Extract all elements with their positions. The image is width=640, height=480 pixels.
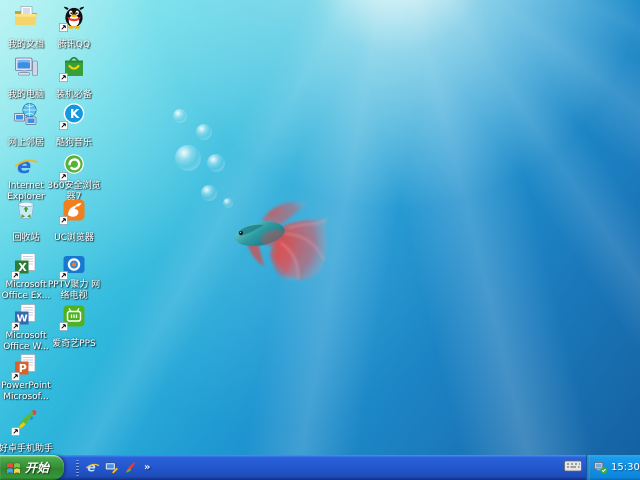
clock[interactable]: 15:30: [611, 462, 640, 473]
desktop-icon-label: PowerPoint Microsof...: [1, 381, 51, 403]
shortcut-arrow-badge: [59, 121, 68, 130]
desktop-icon-label: 装机必备: [55, 90, 92, 100]
shortcut-arrow-badge: [59, 73, 68, 82]
shortcut-arrow-badge: [59, 23, 68, 32]
show-desktop-icon[interactable]: [103, 458, 120, 477]
desktop-icon-powerpoint[interactable]: P PowerPoint Microsof...: [1, 353, 51, 404]
bubble: [173, 109, 187, 123]
powerpoint-icon: P: [11, 353, 39, 381]
excel-icon: X: [11, 252, 39, 280]
svg-text:e: e: [87, 461, 95, 475]
windows-flag-icon: [6, 460, 21, 475]
iqiyi-pps-icon: [59, 303, 87, 331]
desktop-icon-qq[interactable]: 腾讯QQ: [51, 4, 97, 51]
desktop-icon-label: 腾讯QQ: [57, 40, 91, 50]
bubble: [175, 145, 201, 171]
desktop-icon-excel[interactable]: X Microsoft Office Ex...: [2, 252, 50, 303]
start-button-label: 开始: [25, 461, 50, 475]
bubble: [207, 154, 225, 172]
system-tray: 15:30: [586, 455, 640, 480]
desktop-icon-word[interactable]: W Microsoft Office W...: [3, 303, 49, 354]
desktop-icon-recycle-bin[interactable]: 回收站: [3, 197, 49, 244]
light-ray: [361, 0, 640, 480]
desktop-icon-360-browser[interactable]: 360安全浏览器7: [47, 153, 101, 204]
desktop-icon-zhuangji-bibei[interactable]: 装机必备: [51, 54, 97, 101]
qq-icon: [59, 4, 87, 32]
svg-text:P: P: [19, 362, 27, 375]
svg-text:e: e: [17, 154, 31, 178]
haozhuo-assistant-icon: [11, 408, 39, 436]
desktop-icon-internet-explorer[interactable]: e Internet Explorer: [3, 153, 49, 204]
word-icon: W: [11, 303, 39, 331]
desktop-icon-label: PPTV聚力 网络电视: [47, 280, 101, 302]
internet-explorer-icon[interactable]: e: [84, 458, 101, 477]
bubble: [196, 124, 212, 140]
desktop-icon-kugou-music[interactable]: K 酷狗音乐: [51, 102, 97, 149]
zhuangji-bibei-icon: [59, 54, 87, 82]
desktop-icon-iqiyi-pps[interactable]: 爱奇艺PPS: [51, 303, 97, 350]
desktop-icon-label: 爱奇艺PPS: [52, 339, 96, 349]
my-computer-icon: [13, 54, 39, 80]
betta-fish: [235, 201, 328, 281]
light-ray: [382, 0, 640, 257]
desktop-icon-my-documents[interactable]: 我的文档: [3, 4, 49, 51]
svg-text:K: K: [70, 107, 80, 121]
hardware-device-icon[interactable]: [593, 460, 608, 475]
recycle-bin-icon: [13, 197, 39, 223]
360-browser-icon: [59, 153, 87, 181]
bubble: [201, 185, 217, 201]
language-keyboard-icon[interactable]: [564, 459, 582, 474]
desktop-icon-haozhuo-assistant[interactable]: 好卓手机助手: [0, 408, 53, 455]
desktop-icon-label: UC浏览器: [54, 233, 94, 243]
app-swoosh-icon[interactable]: [122, 458, 139, 477]
light-ray: [331, 0, 640, 480]
shortcut-arrow-badge: [11, 427, 20, 436]
desktop-icon-label: 酷狗音乐: [55, 138, 92, 148]
desktop-icon-uc-browser[interactable]: UC浏览器: [51, 197, 97, 244]
light-ray: [364, 0, 640, 428]
desktop-icon-network-places[interactable]: 网上邻居: [3, 102, 49, 149]
my-documents-icon: [13, 4, 39, 30]
shortcut-arrow-badge: [11, 322, 20, 331]
network-places-icon: [13, 102, 39, 128]
shortcut-arrow-badge: [59, 271, 68, 280]
desktop-icon-pptv[interactable]: PPTV聚力 网络电视: [48, 252, 100, 303]
quick-launch-overflow-chevron[interactable]: »: [141, 462, 153, 473]
kugou-music-icon: K: [59, 102, 87, 130]
uc-browser-icon: [59, 197, 87, 225]
desktop-icon-my-computer[interactable]: 我的电脑: [3, 54, 49, 101]
pptv-icon: [59, 252, 87, 280]
start-button[interactable]: 开始: [0, 455, 64, 480]
quick-launch-bar: e »: [68, 455, 153, 480]
shortcut-arrow-badge: [59, 322, 68, 331]
taskbar: 开始 e » 15:30: [0, 455, 640, 480]
shortcut-arrow-badge: [59, 172, 68, 181]
shortcut-arrow-badge: [59, 216, 68, 225]
shortcut-arrow-badge: [11, 372, 20, 381]
desktop-wallpaper: 我的文档 腾讯QQ 我的电脑 装机必备 网上邻居 K 酷狗音乐 e Internet Explo…: [0, 0, 640, 480]
desktop-icon-label: 好卓手机助手: [0, 444, 53, 454]
internet-explorer-icon: e: [13, 153, 39, 179]
shortcut-arrow-badge: [11, 271, 20, 280]
